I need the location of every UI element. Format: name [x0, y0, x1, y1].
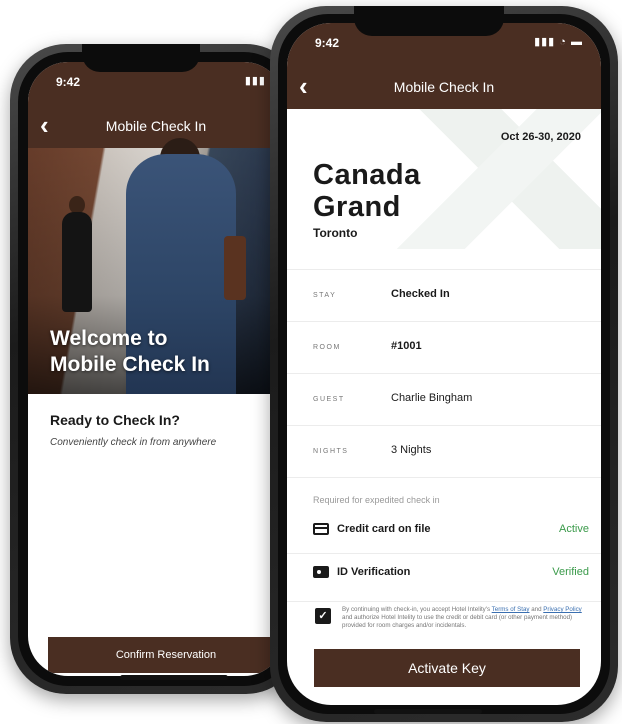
home-indicator[interactable] [120, 675, 228, 680]
nav-bar: ‹ Mobile Check In [28, 104, 284, 148]
back-arrow-icon[interactable]: ‹ [40, 112, 49, 138]
terms-of-stay-link[interactable]: Terms of Stay [492, 606, 530, 613]
required-note: Required for expedited check in [313, 495, 440, 505]
credit-card-icon [313, 523, 329, 535]
front-phone-frame: 9:42 ▮▮▮ ◔ ▬ ‹ Mobile Check In Oct 26-30… [270, 6, 618, 722]
hero-title-line1: Welcome to [50, 327, 168, 350]
detail-value: Checked In [391, 288, 450, 300]
hotel-name: Canada Grand [313, 159, 421, 223]
detail-label: ROOM [313, 344, 341, 351]
check-in-detail-screen: 9:42 ▮▮▮ ◔ ▬ ‹ Mobile Check In Oct 26-30… [287, 23, 601, 705]
activate-key-button[interactable]: Activate Key [314, 649, 580, 687]
privacy-policy-link[interactable]: Privacy Policy [543, 606, 582, 613]
back-phone-notch [82, 44, 200, 72]
stay-dates: Oct 26-30, 2020 [500, 131, 581, 143]
detail-value: 3 Nights [391, 444, 432, 456]
feature-credit-card[interactable]: Credit card on file Active [287, 511, 601, 551]
consent-text-after: and authorize Hotel Intelity to use the … [342, 614, 573, 629]
detail-row-stay: STAY Checked In [287, 269, 601, 321]
status-time: 9:42 [315, 36, 340, 50]
back-arrow-icon[interactable]: ‹ [299, 73, 308, 99]
welcome-screen: 9:42 ▮▮▮ ‹ Mobile Check In Welcome to Mo… [28, 62, 284, 676]
hero-staff-figure [62, 212, 92, 312]
hero-title-line2: Mobile Check In [50, 353, 210, 376]
signal-wifi-battery-icon: ▮▮▮ ◔ ▬ [534, 36, 583, 48]
nav-title: Mobile Check In [105, 118, 207, 134]
hotel-city: Toronto [313, 226, 358, 240]
consent-section: ✓ By continuing with check-in, you accep… [287, 601, 601, 649]
signal-icon: ▮▮▮ [244, 75, 266, 87]
feature-name: Credit card on file [337, 523, 431, 535]
front-phone-notch [354, 6, 504, 36]
status-badge: Verified [552, 566, 589, 578]
detail-label: STAY [313, 292, 337, 299]
confirm-reservation-button[interactable]: Confirm Reservation [48, 637, 284, 673]
detail-label: GUEST [313, 396, 345, 403]
detail-value: #1001 [391, 340, 422, 352]
feature-id-verification[interactable]: ID Verification Verified [287, 553, 601, 593]
ready-subtitle: Conveniently check in from anywhere [50, 437, 217, 448]
detail-row-nights: NIGHTS 3 Nights [287, 425, 601, 477]
detail-label: NIGHTS [313, 448, 349, 455]
consent-text-and: and [529, 606, 544, 613]
detail-row-room: ROOM #1001 [287, 321, 601, 373]
feature-name: ID Verification [337, 566, 411, 578]
nav-title: Mobile Check In [393, 79, 495, 95]
ready-title: Ready to Check In? [50, 412, 180, 428]
home-indicator[interactable] [374, 709, 482, 714]
hero-bag [224, 236, 246, 300]
hero-image: Welcome to Mobile Check In [28, 138, 284, 394]
status-badge: Active [559, 523, 589, 535]
detail-row-guest: GUEST Charlie Bingham [287, 373, 601, 425]
nav-bar: ‹ Mobile Check In [287, 65, 601, 109]
consent-checkbox[interactable]: ✓ [315, 608, 331, 624]
id-card-icon [313, 566, 329, 578]
divider [287, 477, 601, 478]
hotel-name-line2: Grand [313, 191, 401, 223]
consent-text: By continuing with check-in, you accept … [342, 606, 588, 630]
hero-title: Welcome to Mobile Check In [50, 326, 210, 378]
status-time: 9:42 [56, 75, 81, 89]
consent-text-before: By continuing with check-in, you accept … [342, 606, 492, 613]
detail-value: Charlie Bingham [391, 392, 473, 404]
back-phone-frame: 9:42 ▮▮▮ ‹ Mobile Check In Welcome to Mo… [10, 44, 302, 694]
hotel-name-line1: Canada [313, 159, 421, 191]
